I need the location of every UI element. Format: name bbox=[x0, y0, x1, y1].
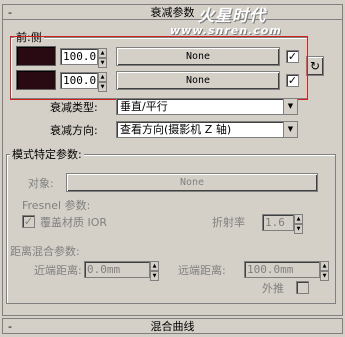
near-distance-field[interactable]: 0.0mm bbox=[84, 261, 150, 278]
collapse-icon: - bbox=[8, 6, 12, 19]
near-distance-spinner[interactable]: ▲ ▼ bbox=[150, 261, 159, 281]
ior-field[interactable]: 1.6 bbox=[262, 214, 294, 231]
swap-icon: ↻ bbox=[309, 59, 321, 73]
rollout-title: 混合曲线 bbox=[150, 320, 195, 333]
swap-colors-button[interactable]: ↻ bbox=[306, 56, 324, 76]
mode-params-title: 模式特定参数: bbox=[10, 146, 84, 162]
falloff-direction-label: 衰减方向: bbox=[50, 124, 98, 137]
object-label: 对象: bbox=[28, 177, 54, 190]
highlight-frame bbox=[10, 36, 308, 100]
distance-blend-label: 距离混合参数: bbox=[10, 245, 80, 258]
spin-down-icon[interactable]: ▼ bbox=[320, 271, 329, 281]
far-distance-spinner[interactable]: ▲ ▼ bbox=[320, 261, 329, 281]
far-distance-field[interactable]: 100.0mm bbox=[244, 261, 320, 278]
spin-up-icon[interactable]: ▲ bbox=[150, 261, 159, 271]
falloff-type-dropdown[interactable]: 垂直/平行 ▼ bbox=[116, 98, 298, 115]
spin-down-icon[interactable]: ▼ bbox=[150, 271, 159, 281]
falloff-type-value: 垂直/平行 bbox=[120, 100, 168, 113]
far-distance-label: 远端距离: bbox=[178, 264, 226, 277]
spin-up-icon[interactable]: ▲ bbox=[320, 261, 329, 271]
extrapolate-checkbox[interactable] bbox=[296, 281, 309, 294]
extrapolate-label: 外推 bbox=[262, 282, 284, 295]
override-ior-label: 覆盖材质 IOR bbox=[40, 216, 108, 229]
falloff-type-label: 衰减类型: bbox=[50, 101, 98, 114]
mix-curve-rollout-header[interactable]: - 混合曲线 bbox=[2, 318, 343, 334]
object-button[interactable]: None bbox=[66, 173, 318, 192]
collapse-icon: - bbox=[8, 320, 12, 333]
override-ior-checkbox[interactable]: ✓ bbox=[22, 215, 35, 228]
falloff-direction-value: 查看方向(摄影机 Z 轴) bbox=[120, 123, 232, 136]
spin-up-icon[interactable]: ▲ bbox=[294, 214, 303, 224]
spin-down-icon[interactable]: ▼ bbox=[294, 224, 303, 234]
ior-spinner[interactable]: ▲ ▼ bbox=[294, 214, 303, 234]
chevron-down-icon[interactable]: ▼ bbox=[283, 99, 297, 114]
near-distance-label: 近端距离: bbox=[34, 264, 82, 277]
falloff-direction-dropdown[interactable]: 查看方向(摄影机 Z 轴) ▼ bbox=[116, 121, 298, 138]
fresnel-label: Fresnel 参数: bbox=[22, 199, 91, 212]
ior-label: 折射率 bbox=[212, 216, 245, 229]
chevron-down-icon[interactable]: ▼ bbox=[283, 122, 297, 137]
